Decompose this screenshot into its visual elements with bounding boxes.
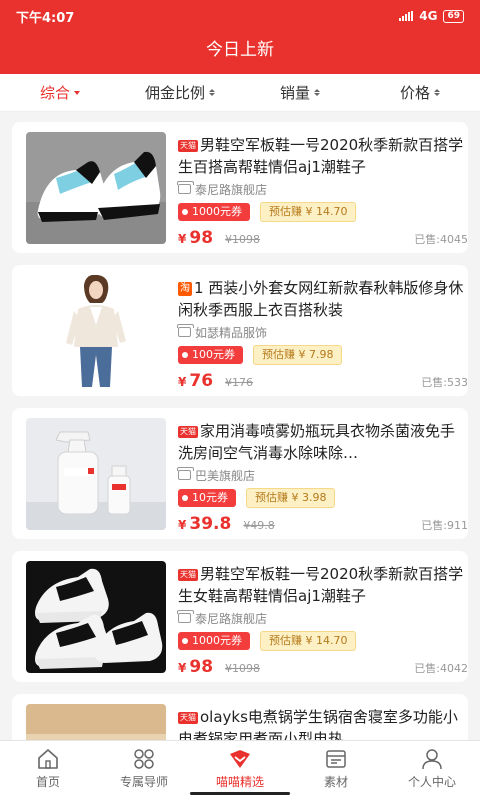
- filter-label: 综合: [39, 84, 70, 102]
- sold-count: 已售:911: [421, 519, 468, 532]
- signal-icon: [399, 11, 414, 21]
- filter-label: 价格: [399, 84, 430, 102]
- original-price: ¥1098: [225, 662, 261, 675]
- current-price: ¥98: [178, 657, 214, 677]
- earn-badge: 预估赚 ¥ 7.98: [253, 345, 343, 365]
- earn-badge: 预估赚 ¥ 14.70: [260, 631, 357, 651]
- tab-home[interactable]: 首页: [0, 741, 96, 800]
- earn-badge: 预估赚 ¥ 14.70: [260, 202, 357, 222]
- tmall-badge: 天猫: [178, 140, 198, 152]
- product-title: 天猫 男鞋空军板鞋一号2020秋季新款百搭学生女鞋高帮鞋情侣aj1潮鞋子: [178, 565, 464, 605]
- tab-label: 素材: [323, 775, 348, 789]
- sort-icon: [434, 89, 440, 96]
- product-card[interactable]: 天猫 男鞋空军板鞋一号2020秋季新款百搭学生女鞋高帮鞋情侣aj1潮鞋子 泰尼路旗…: [12, 551, 468, 682]
- product-card[interactable]: 天猫 olayks电煮锅学生锅宿舍寝室多功能小电煮锅家用煮面小型电热: [12, 694, 468, 740]
- home-icon: [35, 747, 61, 771]
- product-title: 天猫 男鞋空军板鞋一号2020秋季新款百搭学生百搭高帮鞋情侣aj1潮鞋子: [178, 136, 464, 176]
- network-label: 4G: [419, 9, 438, 23]
- filter-sales[interactable]: 销量: [240, 74, 360, 111]
- current-price: ¥98: [178, 228, 214, 248]
- bottom-tab-bar: 首页 专属导师 喵喵精选 素材 个人中心: [0, 740, 480, 800]
- shop-name: 泰尼路旗舰店: [177, 610, 468, 626]
- profile-icon: [419, 747, 445, 771]
- tmall-badge: 天猫: [178, 712, 198, 724]
- coupon-badge[interactable]: 100元券: [178, 346, 243, 364]
- product-image-disinfectant[interactable]: [26, 418, 166, 530]
- filter-bar: 综合 佣金比例 销量 价格: [0, 74, 480, 112]
- material-icon: [323, 747, 349, 771]
- shop-name: 泰尼路旗舰店: [177, 181, 468, 197]
- selection-icon: [227, 747, 253, 771]
- filter-commission[interactable]: 佣金比例: [120, 74, 240, 111]
- shop-name: 巴美旗舰店: [177, 467, 468, 483]
- product-title: 天猫 家用消毒喷雾奶瓶玩具衣物杀菌液免手洗房间空气消毒水除味除…: [178, 422, 456, 462]
- filter-comprehensive[interactable]: 综合: [0, 74, 120, 111]
- sold-count: 已售:4045: [414, 233, 468, 246]
- product-image-blazer[interactable]: [26, 275, 166, 387]
- current-price: ¥39.8: [178, 514, 232, 534]
- taobao-badge: 淘: [178, 282, 192, 296]
- status-bar: 下午4:07 4G 69: [0, 0, 480, 32]
- original-price: ¥1098: [225, 233, 261, 246]
- battery-icon: 69: [443, 9, 464, 23]
- shop-icon: [177, 467, 194, 480]
- product-title: 天猫 olayks电煮锅学生锅宿舍寝室多功能小电煮锅家用煮面小型电热: [178, 708, 458, 740]
- product-image-sneakers[interactable]: [26, 132, 166, 244]
- sort-icon: [314, 89, 320, 96]
- caret-down-icon: [74, 90, 80, 95]
- tab-profile[interactable]: 个人中心: [384, 741, 480, 800]
- tab-label: 首页: [35, 775, 60, 789]
- product-image-sneakers[interactable]: [26, 561, 166, 673]
- product-title: 淘1 西装小外套女网红新款春秋韩版修身休闲秋季西服上衣百搭秋装: [178, 279, 464, 319]
- shop-icon: [177, 610, 194, 623]
- tmall-badge: 天猫: [178, 426, 198, 438]
- tab-material[interactable]: 素材: [288, 741, 384, 800]
- original-price: ¥49.8: [243, 519, 275, 532]
- product-list[interactable]: 天猫 男鞋空军板鞋一号2020秋季新款百搭学生百搭高帮鞋情侣aj1潮鞋子 泰尼路旗…: [0, 112, 480, 740]
- product-card[interactable]: 淘1 西装小外套女网红新款春秋韩版修身休闲秋季西服上衣百搭秋装 如瑟精品服饰 1…: [12, 265, 468, 396]
- original-price: ¥176: [225, 376, 254, 389]
- tmall-badge: 天猫: [178, 569, 198, 581]
- tab-label: 个人中心: [407, 775, 456, 789]
- product-image-cooker[interactable]: [26, 704, 166, 740]
- coupon-badge[interactable]: 1000元券: [178, 203, 250, 221]
- product-card[interactable]: 天猫 男鞋空军板鞋一号2020秋季新款百搭学生百搭高帮鞋情侣aj1潮鞋子 泰尼路旗…: [12, 122, 468, 253]
- filter-label: 佣金比例: [144, 84, 205, 102]
- mentor-icon: [131, 747, 157, 771]
- tab-label: 喵喵精选: [215, 775, 264, 789]
- sold-count: 已售:4042: [414, 662, 468, 675]
- shop-icon: [177, 181, 194, 194]
- sold-count: 已售:533: [421, 376, 468, 389]
- coupon-badge[interactable]: 1000元券: [178, 632, 250, 650]
- shop-icon: [177, 324, 194, 337]
- filter-price[interactable]: 价格: [360, 74, 480, 111]
- current-price: ¥76: [178, 371, 214, 391]
- product-card[interactable]: 天猫 家用消毒喷雾奶瓶玩具衣物杀菌液免手洗房间空气消毒水除味除… 巴美旗舰店 10…: [12, 408, 468, 539]
- tab-mentor[interactable]: 专属导师: [96, 741, 192, 800]
- shop-name: 如瑟精品服饰: [177, 324, 468, 340]
- sort-icon: [209, 89, 215, 96]
- page-title: 今日上新: [0, 32, 480, 74]
- tab-label: 专属导师: [119, 775, 168, 789]
- home-indicator: [190, 792, 290, 795]
- earn-badge: 预估赚 ¥ 3.98: [246, 488, 336, 508]
- status-time: 下午4:07: [16, 10, 75, 26]
- coupon-badge[interactable]: 10元券: [178, 489, 236, 507]
- filter-label: 销量: [279, 84, 310, 102]
